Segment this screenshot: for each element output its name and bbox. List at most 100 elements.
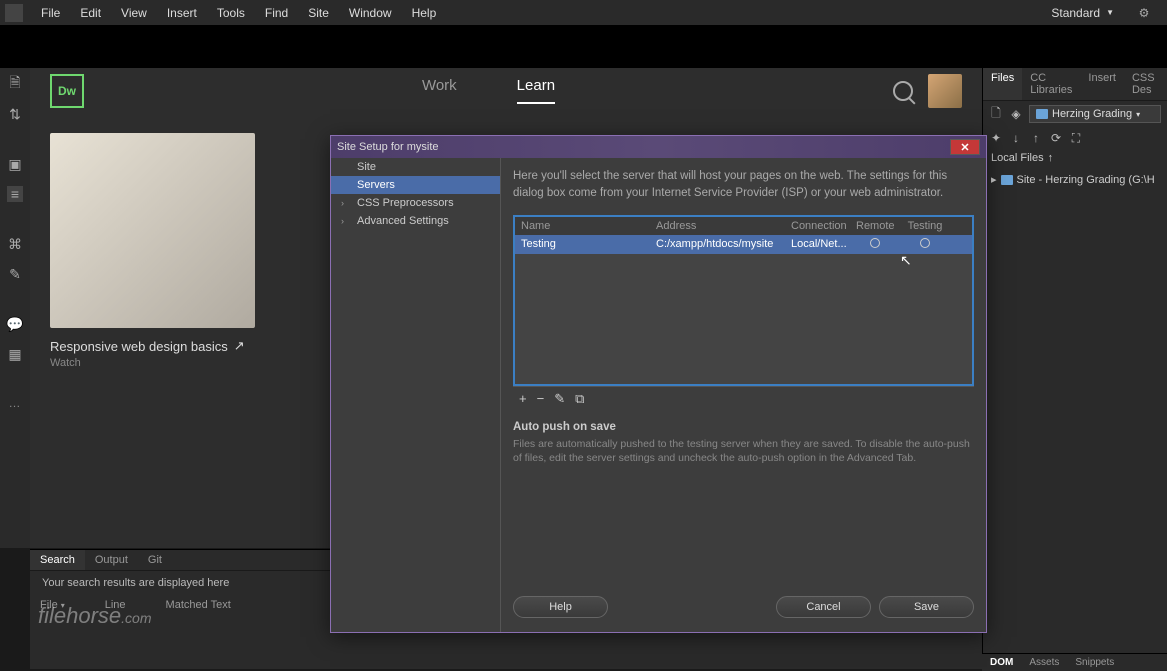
duplicate-server-button[interactable]: ⧉ bbox=[575, 391, 584, 407]
tab-snippets[interactable]: Snippets bbox=[1067, 654, 1122, 671]
chevron-right-icon: › bbox=[341, 216, 344, 226]
tool-dom-icon[interactable]: ⌘ bbox=[7, 236, 23, 252]
tool-wand-icon[interactable]: ✎ bbox=[7, 266, 23, 282]
cell-connection: Local/Net... bbox=[785, 235, 850, 254]
tab-dom[interactable]: DOM bbox=[982, 654, 1021, 671]
tab-work[interactable]: Work bbox=[422, 77, 457, 104]
avatar[interactable] bbox=[928, 74, 962, 108]
tab-git[interactable]: Git bbox=[138, 550, 172, 570]
sidebar-item-css[interactable]: ›CSS Preprocessors bbox=[331, 194, 500, 212]
dialog-sidebar: Site Servers ›CSS Preprocessors ›Advance… bbox=[331, 158, 501, 632]
cell-remote[interactable] bbox=[850, 235, 900, 254]
table-row-selected[interactable]: Testing C:/xampp/htdocs/mysite Local/Net… bbox=[515, 235, 972, 254]
chevron-right-icon: › bbox=[341, 198, 344, 208]
filter-label: Local Files bbox=[991, 152, 1044, 164]
table-body-empty bbox=[515, 254, 972, 384]
col-connection[interactable]: Connection bbox=[785, 217, 850, 235]
tool-inspect-icon[interactable]: ▦ bbox=[7, 346, 23, 362]
menu-file[interactable]: File bbox=[31, 3, 70, 23]
menu-tools[interactable]: Tools bbox=[207, 3, 255, 23]
tab-insert[interactable]: Insert bbox=[1080, 68, 1124, 100]
dreamweaver-logo: Dw bbox=[50, 74, 84, 108]
tool-hr-icon[interactable]: ≡ bbox=[7, 186, 23, 202]
files-filter[interactable]: Local Files ↑ bbox=[983, 149, 1167, 167]
dialog-description: Here you'll select the server that will … bbox=[513, 168, 974, 203]
tool-overflow-icon[interactable]: … bbox=[9, 396, 22, 410]
cell-name: Testing bbox=[515, 235, 650, 254]
add-server-button[interactable]: + bbox=[519, 391, 527, 407]
card-title-text: Responsive web design basics bbox=[50, 339, 228, 354]
refresh-icon[interactable]: ⟳ bbox=[1049, 131, 1063, 145]
site-name: Herzing Grading bbox=[1052, 108, 1132, 120]
tool-comment-icon[interactable]: 💬 bbox=[7, 316, 23, 332]
tab-cclibraries[interactable]: CC Libraries bbox=[1022, 68, 1080, 100]
table-tools: + − ✎ ⧉ bbox=[513, 386, 974, 411]
workspace-selector[interactable]: Standard ▼ bbox=[1039, 3, 1126, 23]
remove-server-button[interactable]: − bbox=[537, 391, 545, 407]
tab-files[interactable]: Files bbox=[983, 68, 1022, 100]
upload-icon[interactable]: ↑ bbox=[1029, 131, 1043, 145]
tab-cssdesigner[interactable]: CSS Des bbox=[1124, 68, 1167, 100]
menu-view[interactable]: View bbox=[111, 3, 157, 23]
server-table: Name Address Connection Remote Testing T… bbox=[513, 215, 974, 386]
menubar: File Edit View Insert Tools Find Site Wi… bbox=[0, 0, 1167, 26]
download-icon[interactable]: ↓ bbox=[1009, 131, 1023, 145]
mouse-cursor: ↖ bbox=[900, 252, 912, 269]
document-bar bbox=[0, 26, 1167, 68]
site-dropdown[interactable]: Herzing Grading ▾ bbox=[1029, 105, 1161, 123]
table-header: Name Address Connection Remote Testing bbox=[515, 217, 972, 235]
external-link-icon: ↗ bbox=[234, 338, 245, 354]
left-toolbar: 🗎 ⇅ ▣ ≡ ⌘ ✎ 💬 ▦ … bbox=[0, 68, 30, 548]
col-remote[interactable]: Remote bbox=[850, 217, 900, 235]
help-button[interactable]: Help bbox=[513, 596, 608, 618]
col-testing[interactable]: Testing bbox=[900, 217, 950, 235]
file-icon[interactable]: 🗋 bbox=[989, 107, 1003, 121]
tool-arrows-icon[interactable]: ⇅ bbox=[7, 106, 23, 122]
folder-icon bbox=[1001, 175, 1013, 185]
tab-output[interactable]: Output bbox=[85, 550, 138, 570]
sidebar-item-servers[interactable]: Servers bbox=[331, 176, 500, 194]
tree-root-label: Site - Herzing Grading (G:\H bbox=[1017, 174, 1155, 186]
dialog-titlebar[interactable]: Site Setup for mysite ✕ bbox=[331, 136, 986, 158]
menu-help[interactable]: Help bbox=[402, 3, 447, 23]
edit-server-button[interactable]: ✎ bbox=[554, 391, 565, 407]
sidebar-item-site[interactable]: Site bbox=[331, 158, 500, 176]
menu-edit[interactable]: Edit bbox=[70, 3, 111, 23]
bottom-right-panel-tabs: DOM Assets Snippets bbox=[982, 653, 1167, 671]
expand-icon[interactable]: ⛶ bbox=[1069, 131, 1083, 145]
col-address[interactable]: Address bbox=[650, 217, 785, 235]
sidebar-item-advanced[interactable]: ›Advanced Settings bbox=[331, 212, 500, 230]
sync-wand-icon[interactable]: ✦ bbox=[989, 131, 1003, 145]
tab-learn[interactable]: Learn bbox=[517, 77, 555, 104]
tab-assets[interactable]: Assets bbox=[1021, 654, 1067, 671]
chevron-down-icon: ▾ bbox=[1136, 110, 1140, 119]
tree-root[interactable]: ▸ Site - Herzing Grading (G:\H bbox=[991, 171, 1159, 188]
tab-search[interactable]: Search bbox=[30, 550, 85, 570]
folder-icon bbox=[1036, 109, 1048, 119]
menu-site[interactable]: Site bbox=[298, 3, 339, 23]
cell-testing[interactable] bbox=[900, 235, 950, 254]
learn-card[interactable]: Responsive web design basics ↗ Watch bbox=[50, 133, 255, 369]
col-matched[interactable]: Matched Text bbox=[166, 599, 231, 611]
cancel-button[interactable]: Cancel bbox=[776, 596, 871, 618]
menu-insert[interactable]: Insert bbox=[157, 3, 207, 23]
auto-push-desc: Files are automatically pushed to the te… bbox=[513, 437, 974, 466]
ftp-icon[interactable]: ◈ bbox=[1009, 107, 1023, 121]
app-icon bbox=[5, 4, 23, 22]
search-icon[interactable] bbox=[893, 81, 913, 101]
tool-image-icon[interactable]: ▣ bbox=[7, 156, 23, 172]
card-thumbnail bbox=[50, 133, 255, 328]
save-button[interactable]: Save bbox=[879, 596, 974, 618]
radio-remote[interactable] bbox=[870, 238, 880, 248]
auto-push-section: Auto push on save Files are automaticall… bbox=[513, 421, 974, 466]
cell-address: C:/xampp/htdocs/mysite bbox=[650, 235, 785, 254]
radio-testing[interactable] bbox=[920, 238, 930, 248]
col-name[interactable]: Name bbox=[515, 217, 650, 235]
site-setup-dialog: Site Setup for mysite ✕ Site Servers ›CS… bbox=[330, 135, 987, 633]
gear-icon[interactable]: ⚙ bbox=[1136, 5, 1152, 21]
right-panel: Files CC Libraries Insert CSS Des 🗋 ◈ He… bbox=[982, 68, 1167, 669]
close-button[interactable]: ✕ bbox=[950, 139, 980, 155]
menu-find[interactable]: Find bbox=[255, 3, 298, 23]
menu-window[interactable]: Window bbox=[339, 3, 402, 23]
tool-file-icon[interactable]: 🗎 bbox=[7, 76, 23, 92]
